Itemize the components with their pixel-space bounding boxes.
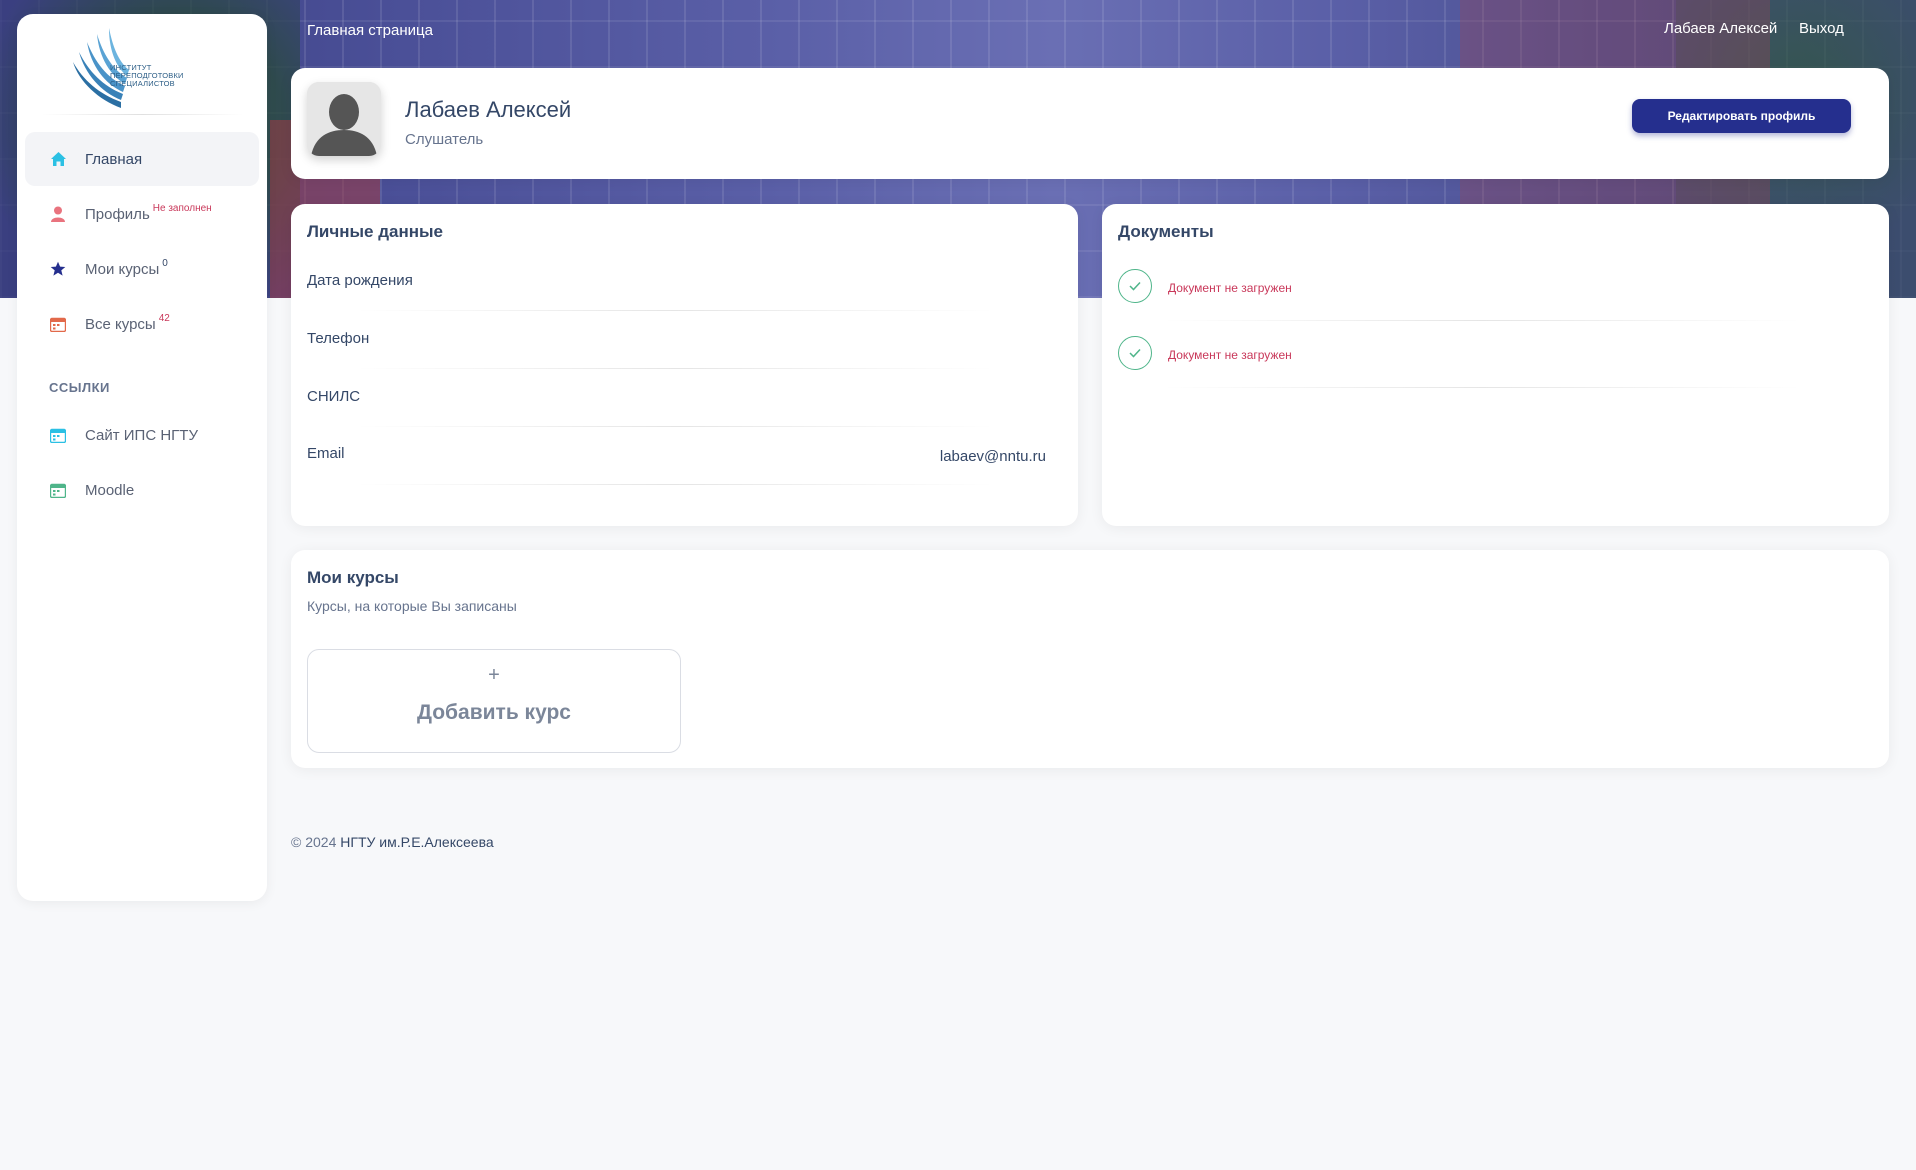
my-courses-count-badge: 0 bbox=[162, 257, 168, 269]
document-divider bbox=[1162, 387, 1802, 388]
sidebar-divider bbox=[41, 114, 243, 115]
sidebar-item-label: Профиль bbox=[85, 205, 150, 223]
sidebar-link-moodle[interactable]: Moodle bbox=[25, 463, 259, 517]
check-icon bbox=[1118, 336, 1152, 370]
check-icon bbox=[1118, 269, 1152, 303]
avatar-placeholder-icon bbox=[307, 82, 381, 156]
field-divider bbox=[355, 310, 995, 311]
field-label-email: Email bbox=[307, 445, 345, 462]
footer: © 2024 НГТУ им.Р.Е.Алексеева bbox=[291, 834, 494, 850]
my-courses-card: Мои курсы Курсы, на которые Вы записаны … bbox=[291, 550, 1889, 768]
calendar-icon bbox=[49, 481, 67, 499]
logo[interactable]: ИНСТИТУТ ПЕРЕПОДГОТОВКИ СПЕЦИАЛИСТОВ bbox=[69, 22, 209, 114]
my-courses-title: Мои курсы bbox=[307, 568, 399, 587]
document-status: Документ не загружен bbox=[1168, 348, 1292, 362]
my-courses-subtitle: Курсы, на которые Вы записаны bbox=[307, 598, 517, 614]
edit-profile-button[interactable]: Редактировать профиль bbox=[1632, 99, 1851, 133]
sidebar-item-label: Мои курсы bbox=[85, 260, 160, 278]
logo-text: ИНСТИТУТ ПЕРЕПОДГОТОВКИ СПЕЦИАЛИСТОВ bbox=[110, 64, 190, 88]
sidebar-link-ips-site[interactable]: Сайт ИПС НГТУ bbox=[25, 408, 259, 462]
sidebar-item-label: Moodle bbox=[85, 481, 135, 499]
sidebar: ИНСТИТУТ ПЕРЕПОДГОТОВКИ СПЕЦИАЛИСТОВ Гла… bbox=[17, 14, 267, 901]
user-icon bbox=[49, 205, 67, 223]
field-label-snils: СНИЛС bbox=[307, 388, 361, 405]
home-icon bbox=[49, 150, 67, 168]
sidebar-item-label: Все курсы bbox=[85, 315, 156, 333]
logout-link[interactable]: Выход bbox=[1799, 20, 1844, 37]
star-icon bbox=[49, 260, 67, 278]
profile-name: Лабаев Алексей bbox=[405, 97, 572, 122]
top-user-name[interactable]: Лабаев Алексей bbox=[1664, 20, 1777, 37]
field-divider bbox=[355, 484, 995, 485]
documents-card: Документы Документ не загружен Документ … bbox=[1102, 204, 1889, 526]
document-divider bbox=[1162, 320, 1802, 321]
sidebar-item-label: Сайт ИПС НГТУ bbox=[85, 426, 198, 444]
sidebar-item-my-courses[interactable]: Мои курсы 0 bbox=[25, 242, 259, 296]
documents-title: Документы bbox=[1118, 222, 1214, 241]
personal-data-title: Личные данные bbox=[307, 222, 443, 241]
links-section-title: ССЫЛКИ bbox=[49, 380, 110, 395]
profile-card: Лабаев Алексей Слушатель Редактировать п… bbox=[291, 68, 1889, 179]
footer-org-link[interactable]: НГТУ им.Р.Е.Алексеева bbox=[340, 834, 493, 850]
add-course-label: Добавить курс bbox=[417, 701, 571, 724]
sidebar-item-label: Главная bbox=[85, 150, 143, 168]
field-label-birthdate: Дата рождения bbox=[307, 272, 413, 289]
logo-line: СПЕЦИАЛИСТОВ bbox=[110, 79, 175, 88]
plus-icon: + bbox=[488, 664, 500, 686]
all-courses-count-badge: 42 bbox=[158, 312, 170, 324]
field-value-email: labaev@nntu.ru bbox=[939, 448, 1046, 465]
profile-role: Слушатель bbox=[405, 131, 484, 148]
footer-copyright: © 2024 bbox=[291, 834, 337, 850]
breadcrumb[interactable]: Главная страница bbox=[307, 22, 433, 39]
personal-data-card: Личные данные Дата рождения Телефон СНИЛ… bbox=[291, 204, 1078, 526]
avatar bbox=[307, 82, 381, 156]
field-divider bbox=[355, 426, 995, 427]
profile-status-badge: Не заполнен bbox=[152, 202, 212, 214]
sidebar-item-profile[interactable]: Профиль Не заполнен bbox=[25, 187, 259, 241]
sidebar-item-all-courses[interactable]: Все курсы 42 bbox=[25, 297, 259, 351]
field-divider bbox=[355, 368, 995, 369]
add-course-button[interactable]: + Добавить курс bbox=[307, 649, 681, 753]
field-label-phone: Телефон bbox=[307, 330, 370, 347]
calendar-icon bbox=[49, 315, 67, 333]
calendar-icon bbox=[49, 426, 67, 444]
document-status: Документ не загружен bbox=[1168, 281, 1292, 295]
sidebar-item-home[interactable]: Главная bbox=[25, 132, 259, 186]
